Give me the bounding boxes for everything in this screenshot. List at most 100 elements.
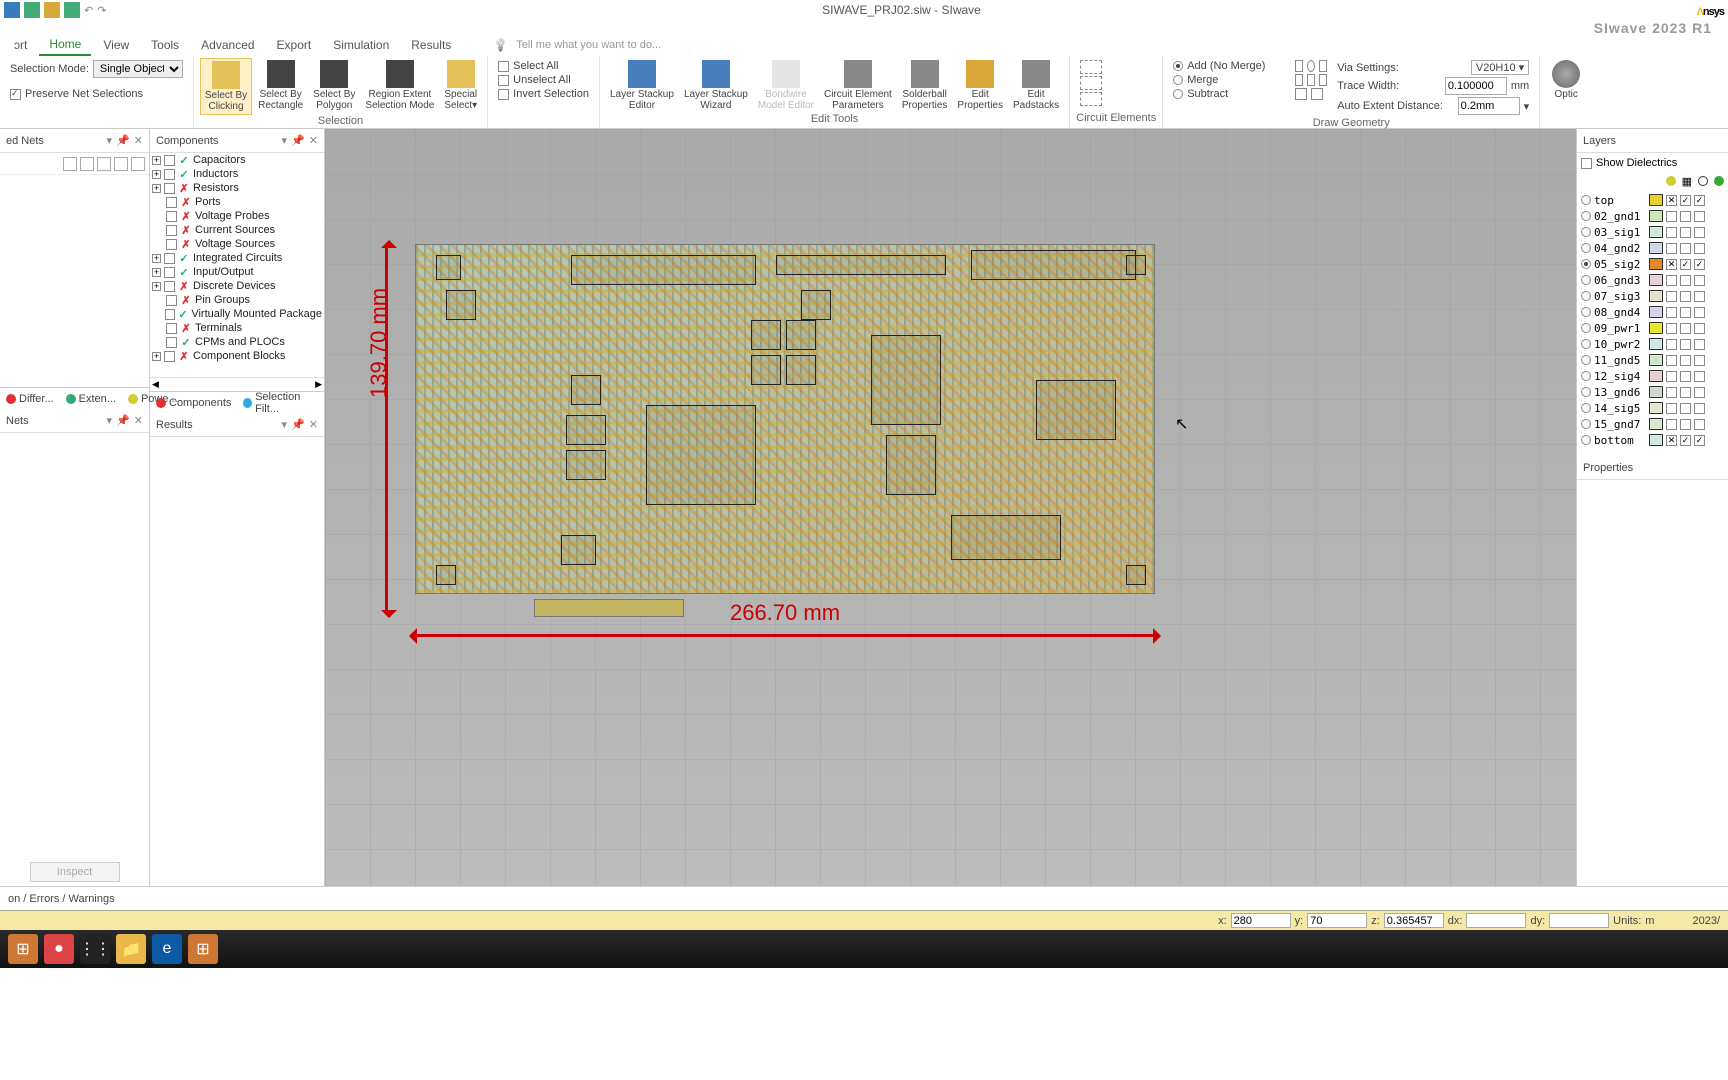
- item-checkbox[interactable]: [164, 351, 175, 362]
- layer-chk-3[interactable]: [1694, 387, 1705, 398]
- tab-tools[interactable]: Tools: [141, 35, 189, 55]
- merge-radio[interactable]: [1173, 75, 1183, 85]
- layer-row-02_gnd1[interactable]: 02_gnd1: [1581, 208, 1724, 224]
- layer-radio[interactable]: [1581, 339, 1591, 349]
- close-icon[interactable]: ✕: [309, 134, 318, 147]
- nets-list[interactable]: [0, 175, 149, 387]
- layer-row-15_gnd7[interactable]: 15_gnd7: [1581, 416, 1724, 432]
- expand-icon[interactable]: +: [152, 156, 161, 165]
- edge-browser-icon[interactable]: e: [152, 934, 182, 964]
- layer-row-03_sig1[interactable]: 03_sig1: [1581, 224, 1724, 240]
- tree-item-integrated-circuits[interactable]: +✓Integrated Circuits: [150, 251, 324, 265]
- layer-chk-3[interactable]: [1694, 403, 1705, 414]
- shape-icon-6[interactable]: [1319, 74, 1327, 86]
- layer-chk-3[interactable]: ✓: [1694, 195, 1705, 206]
- tab-advanced[interactable]: Advanced: [191, 35, 264, 55]
- shape-icon-5[interactable]: [1307, 74, 1315, 86]
- select-button-1[interactable]: Select ByRectangle: [254, 58, 307, 113]
- layer-radio[interactable]: [1581, 371, 1591, 381]
- save-icon[interactable]: [24, 2, 40, 18]
- layer-chk-3[interactable]: [1694, 339, 1705, 350]
- taskbar-app-1[interactable]: ⊞: [8, 934, 38, 964]
- layer-chk-1[interactable]: [1666, 307, 1677, 318]
- layer-chk-2[interactable]: [1680, 339, 1691, 350]
- tree-item-ports[interactable]: ✗Ports: [150, 195, 324, 209]
- layer-radio[interactable]: [1581, 291, 1591, 301]
- tree-item-inductors[interactable]: +✓Inductors: [150, 167, 324, 181]
- select-button-4[interactable]: SpecialSelect▾: [440, 58, 481, 113]
- layer-radio[interactable]: [1581, 323, 1591, 333]
- layer-chk-1[interactable]: [1666, 227, 1677, 238]
- layer-swatch[interactable]: [1649, 306, 1663, 318]
- nets-tab-differ[interactable]: Differ...: [0, 391, 60, 407]
- expand-icon[interactable]: +: [152, 254, 161, 263]
- nets-tool-5[interactable]: [131, 157, 145, 171]
- layer-row-05_sig2[interactable]: 05_sig2✕✓✓: [1581, 256, 1724, 272]
- tab-results[interactable]: Results: [401, 35, 461, 55]
- panel-dropdown-icon[interactable]: ▾: [107, 414, 113, 427]
- tab-components[interactable]: Components: [150, 395, 237, 411]
- item-checkbox[interactable]: [166, 295, 177, 306]
- item-checkbox[interactable]: [165, 309, 175, 320]
- layer-chk-2[interactable]: [1680, 227, 1691, 238]
- pin-icon[interactable]: 📌: [116, 414, 130, 427]
- item-checkbox[interactable]: [166, 197, 177, 208]
- tree-item-voltage-sources[interactable]: ✗Voltage Sources: [150, 237, 324, 251]
- layer-swatch[interactable]: [1649, 386, 1663, 398]
- layer-chk-3[interactable]: [1694, 275, 1705, 286]
- tell-me-search[interactable]: Tell me what you want to do...: [493, 38, 661, 52]
- x-input[interactable]: [1231, 913, 1291, 928]
- item-checkbox[interactable]: [166, 337, 177, 348]
- layer-radio[interactable]: [1581, 227, 1591, 237]
- expand-icon[interactable]: +: [152, 170, 161, 179]
- layer-chk-3[interactable]: [1694, 371, 1705, 382]
- tab-simulation[interactable]: Simulation: [323, 35, 399, 55]
- close-icon[interactable]: ✕: [309, 418, 318, 431]
- taskbar-app-2[interactable]: ●: [44, 934, 74, 964]
- layer-radio[interactable]: [1581, 211, 1591, 221]
- layer-row-13_gnd6[interactable]: 13_gnd6: [1581, 384, 1724, 400]
- layer-swatch[interactable]: [1649, 434, 1663, 446]
- layer-radio[interactable]: [1581, 307, 1591, 317]
- layer-chk-3[interactable]: [1694, 227, 1705, 238]
- layer-chk-2[interactable]: [1680, 275, 1691, 286]
- layer-chk-3[interactable]: [1694, 323, 1705, 334]
- components-tree[interactable]: +✓Capacitors+✓Inductors+✗Resistors✗Ports…: [150, 153, 324, 377]
- layer-radio[interactable]: [1581, 259, 1591, 269]
- layer-chk-1[interactable]: ✕: [1666, 195, 1677, 206]
- auto-extent-dropdown-icon[interactable]: ▾: [1524, 100, 1530, 113]
- scroll-left-icon[interactable]: ◀: [152, 379, 159, 390]
- layer-swatch[interactable]: [1649, 322, 1663, 334]
- layer-radio[interactable]: [1581, 243, 1591, 253]
- layer-chk-1[interactable]: [1666, 355, 1677, 366]
- via-settings-value[interactable]: V20H10 ▾: [1471, 60, 1529, 75]
- tree-item-terminals[interactable]: ✗Terminals: [150, 321, 324, 335]
- layer-chk-3[interactable]: [1694, 355, 1705, 366]
- dx-input[interactable]: [1466, 913, 1526, 928]
- layer-swatch[interactable]: [1649, 402, 1663, 414]
- item-checkbox[interactable]: [166, 323, 177, 334]
- item-checkbox[interactable]: [164, 267, 175, 278]
- layer-chk-1[interactable]: [1666, 323, 1677, 334]
- edit-button-3[interactable]: Circuit ElementParameters: [820, 58, 896, 113]
- subtract-radio[interactable]: [1173, 89, 1183, 99]
- layer-chk-1[interactable]: [1666, 291, 1677, 302]
- layer-chk-2[interactable]: [1680, 307, 1691, 318]
- layer-swatch[interactable]: [1649, 418, 1663, 430]
- tree-item-pin-groups[interactable]: ✗Pin Groups: [150, 293, 324, 307]
- layer-radio[interactable]: [1581, 195, 1591, 205]
- taskbar-app-6[interactable]: ⊞: [188, 934, 218, 964]
- tree-item-cpms-and-plocs[interactable]: ✓CPMs and PLOCs: [150, 335, 324, 349]
- undo-icon[interactable]: ↶: [84, 4, 93, 17]
- nets-tool-2[interactable]: [80, 157, 94, 171]
- qat-icon-3[interactable]: [44, 2, 60, 18]
- item-checkbox[interactable]: [164, 183, 175, 194]
- shape-icon-1[interactable]: [1295, 60, 1303, 72]
- show-dielectrics-checkbox[interactable]: [1581, 158, 1592, 169]
- layer-row-bottom[interactable]: bottom✕✓✓: [1581, 432, 1724, 448]
- layer-chk-3[interactable]: [1694, 307, 1705, 318]
- layer-swatch[interactable]: [1649, 370, 1663, 382]
- results-list[interactable]: [150, 437, 324, 886]
- redo-icon[interactable]: ↷: [97, 4, 106, 17]
- item-checkbox[interactable]: [166, 225, 177, 236]
